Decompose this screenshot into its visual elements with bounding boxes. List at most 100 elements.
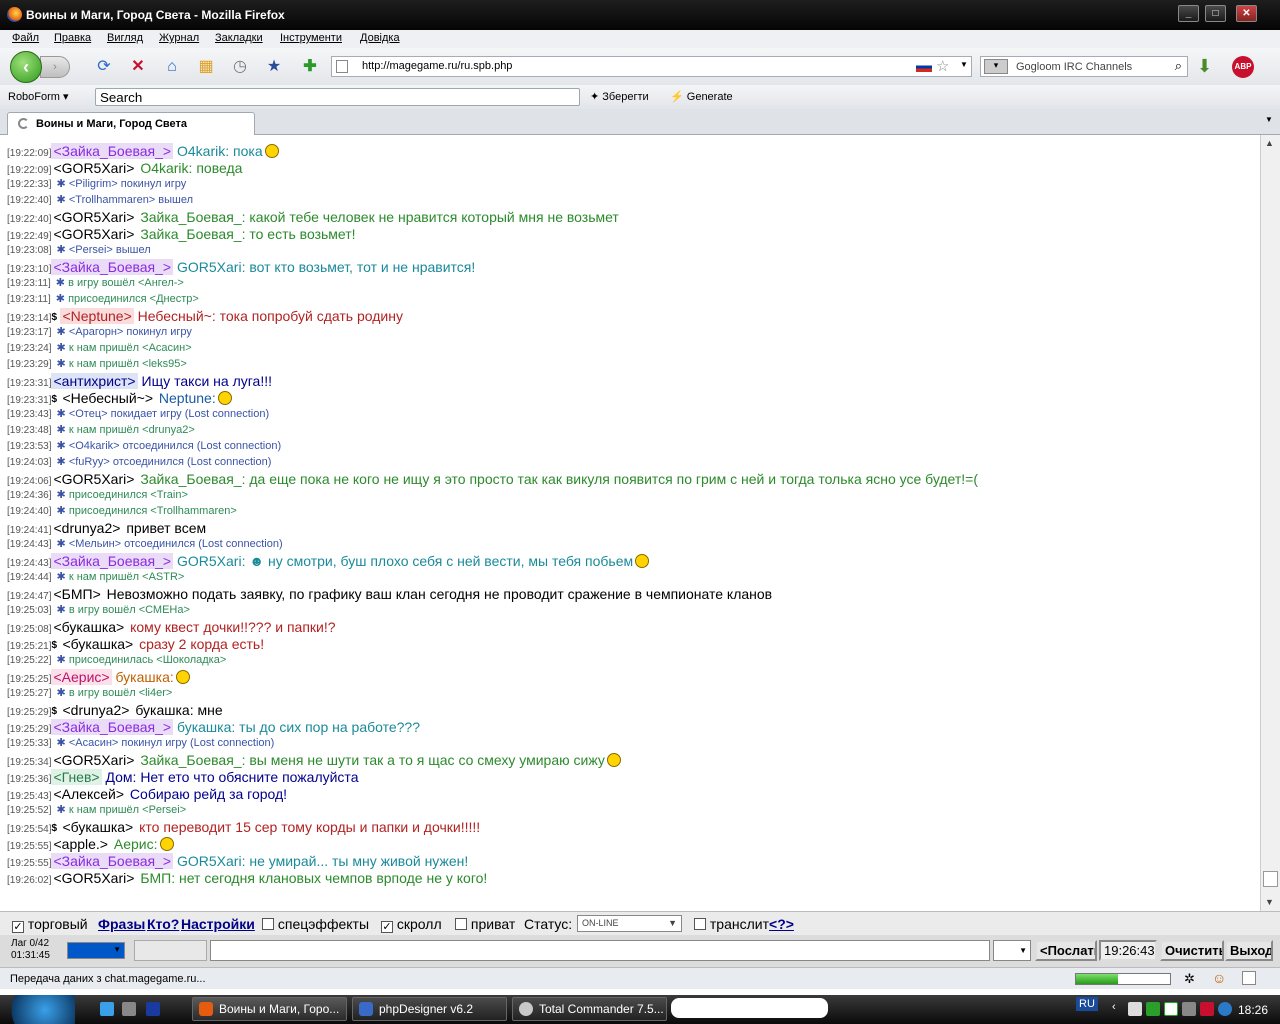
scroll-down-icon[interactable]: ▼	[1265, 897, 1274, 907]
exit-button[interactable]: Выход	[1225, 940, 1273, 961]
search-engine-icon[interactable]: ▾	[984, 59, 1008, 74]
nickname[interactable]: <Гнев>	[51, 769, 102, 785]
tray-icon-3[interactable]	[1164, 1002, 1178, 1016]
back-button[interactable]: ‹	[10, 51, 42, 83]
taskbar-blank-item[interactable]	[671, 998, 828, 1018]
translit-checkbox[interactable]: транслит<?>	[694, 916, 794, 932]
url-dropdown-icon[interactable]: ▼	[960, 60, 968, 69]
tab-list-icon[interactable]: ▼	[1262, 115, 1276, 129]
generate-button[interactable]: ⚡ Generate	[670, 90, 733, 103]
nickname[interactable]: <Зайка_Боевая_>	[51, 853, 174, 869]
nickname[interactable]: <Зайка_Боевая_>	[51, 143, 174, 159]
monkey-icon[interactable]: ☺	[1212, 970, 1226, 986]
recipient-field[interactable]	[134, 940, 207, 961]
bookmark-star-outline-icon[interactable]: ☆	[936, 57, 949, 75]
tray-icon-1[interactable]	[1128, 1002, 1142, 1016]
nickname[interactable]: <Алексей>	[51, 786, 126, 802]
send-button[interactable]: <Послать	[1035, 940, 1097, 961]
nickname[interactable]: <Аерис>	[51, 669, 112, 685]
language-indicator[interactable]: RU	[1076, 997, 1098, 1011]
status-select[interactable]: ON-LINE ▼	[577, 915, 682, 932]
search-box[interactable]: ▾ Gogloom IRC Channels ⌕	[980, 56, 1188, 77]
task-phpdesigner[interactable]: phpDesigner v6.2	[352, 997, 507, 1021]
nickname[interactable]: <GOR5Xari>	[51, 226, 136, 242]
nickname[interactable]: <Зайка_Боевая_>	[51, 719, 174, 735]
menu-history[interactable]: Журнал	[159, 32, 199, 44]
nickname[interactable]: <букашка>	[60, 819, 135, 835]
nickname[interactable]: <GOR5Xari>	[51, 160, 136, 176]
nickname[interactable]: <букашка>	[51, 619, 126, 635]
phrases-link[interactable]: Фразы	[98, 916, 145, 932]
maximize-button[interactable]: □	[1205, 5, 1226, 22]
private-checkbox[interactable]: приват	[455, 916, 515, 932]
add-icon[interactable]: ✚	[300, 57, 320, 77]
chat-scrollbar[interactable]: ▲ ▼	[1260, 135, 1280, 911]
menu-edit[interactable]: Правка	[54, 32, 91, 44]
nickname[interactable]: <apple.>	[51, 836, 110, 852]
minimize-button[interactable]: _	[1178, 5, 1199, 22]
who-link[interactable]: Кто?	[147, 916, 179, 932]
task-firefox[interactable]: Воины и Маги, Горо...	[192, 997, 347, 1021]
adblock-icon[interactable]: ABP	[1232, 56, 1254, 78]
translit-check-icon[interactable]	[694, 918, 706, 930]
color-picker[interactable]: ▼	[67, 942, 125, 959]
quicklaunch-ie-icon[interactable]	[100, 1002, 114, 1016]
apps-icon[interactable]: ▦	[196, 57, 216, 77]
nickname[interactable]: <GOR5Xari>	[51, 209, 136, 225]
quicklaunch-desktop-icon[interactable]	[122, 1002, 136, 1016]
scroll-check-icon[interactable]: ✓	[381, 921, 393, 933]
clear-button[interactable]: Очистить	[1160, 940, 1224, 961]
bookmark-star-icon[interactable]: ★	[264, 57, 284, 77]
effects-check-icon[interactable]	[262, 918, 274, 930]
tray-icon-4[interactable]	[1182, 1002, 1196, 1016]
nickname[interactable]: <Небесный~>	[60, 390, 155, 406]
menu-help[interactable]: Довідка	[360, 32, 400, 44]
tray-icon-2[interactable]	[1146, 1002, 1160, 1016]
gear-icon[interactable]: ✲	[1184, 971, 1195, 987]
save-button[interactable]: ✦ Зберегти	[590, 90, 649, 103]
search-icon[interactable]: ⌕	[1175, 58, 1182, 74]
url-bar[interactable]: http://magegame.ru/ru.spb.php ☆ ▼	[331, 56, 972, 77]
nickname[interactable]: <БМП>	[51, 586, 102, 602]
page-info-icon[interactable]	[1242, 971, 1256, 985]
nickname[interactable]: <GOR5Xari>	[51, 752, 136, 768]
private-check-icon[interactable]	[455, 918, 467, 930]
reload-icon[interactable]: ⟳	[94, 57, 114, 77]
forward-button[interactable]: ›	[40, 56, 70, 78]
menu-tools[interactable]: Інструменти	[280, 32, 342, 44]
task-totalcommander[interactable]: Total Commander 7.5...	[512, 997, 667, 1021]
menu-view[interactable]: Вигляд	[107, 32, 143, 44]
close-button[interactable]: ✕	[1236, 5, 1257, 22]
settings-link[interactable]: Настройки	[181, 916, 255, 932]
tab-active[interactable]: Воины и Маги, Город Света	[7, 112, 255, 135]
menu-bookmarks[interactable]: Закладки	[215, 32, 263, 44]
tray-expand-icon[interactable]: ‹	[1112, 1001, 1116, 1013]
clock-icon[interactable]: ◷	[230, 57, 250, 77]
message-input[interactable]	[210, 940, 990, 961]
scroll-checkbox[interactable]: ✓ скролл	[381, 916, 442, 933]
nickname[interactable]: <drunya2>	[60, 702, 131, 718]
nickname[interactable]: <Зайка_Боевая_>	[51, 259, 174, 275]
start-button[interactable]	[0, 995, 75, 1024]
trade-checkbox[interactable]: ✓ торговый	[12, 916, 88, 933]
nickname[interactable]: <GOR5Xari>	[51, 870, 136, 886]
nickname[interactable]: <drunya2>	[51, 520, 122, 536]
nickname[interactable]: <Зайка_Боевая_>	[51, 553, 174, 569]
stop-icon[interactable]: ✕	[128, 57, 148, 77]
trade-check-icon[interactable]: ✓	[12, 921, 24, 933]
download-icon[interactable]: ⬇	[1197, 56, 1212, 77]
home-icon[interactable]: ⌂	[162, 57, 182, 77]
tray-network-icon[interactable]	[1218, 1002, 1232, 1016]
nickname[interactable]: <букашка>	[60, 636, 135, 652]
smiles-dropdown[interactable]: ▼	[993, 940, 1031, 961]
roboform-search-input[interactable]	[95, 88, 580, 106]
nickname[interactable]: <Neptune>	[60, 308, 134, 324]
menu-file[interactable]: Файл	[12, 32, 39, 44]
tray-icon-5[interactable]	[1200, 1002, 1214, 1016]
roboform-button[interactable]: RoboForm ▾	[8, 90, 69, 103]
effects-checkbox[interactable]: спецэффекты	[262, 916, 369, 932]
scroll-thumb[interactable]	[1263, 871, 1278, 887]
nickname[interactable]: <антихрист>	[51, 373, 138, 389]
quicklaunch-k-icon[interactable]	[146, 1002, 160, 1016]
scroll-up-icon[interactable]: ▲	[1265, 138, 1274, 148]
